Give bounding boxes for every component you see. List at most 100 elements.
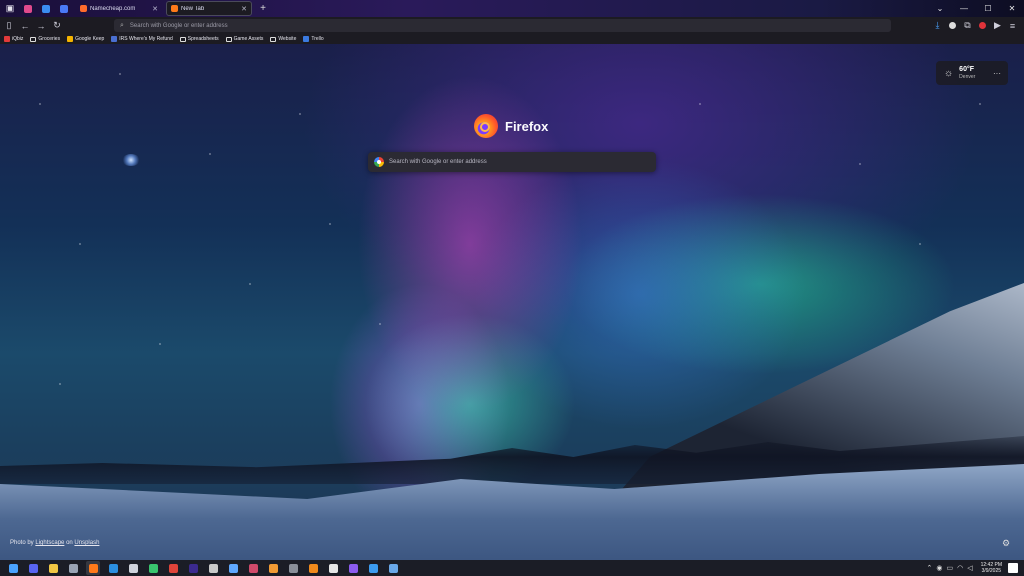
tab-overview-icon[interactable]: ▣ [2, 1, 18, 17]
app-cube[interactable] [386, 561, 400, 575]
bookmark-item[interactable]: Website [270, 36, 296, 42]
credit-prefix: Photo by [10, 540, 34, 546]
pinned-tab-2[interactable] [38, 2, 54, 16]
play-icon[interactable]: ▶ [990, 19, 1005, 33]
pinned-tab-1[interactable] [20, 2, 36, 16]
credit-source-link[interactable]: Unsplash [74, 540, 99, 546]
folder-icon [179, 36, 186, 42]
bookmark-item[interactable]: iQbiz [4, 36, 23, 42]
chevron-up-icon[interactable]: ⌃ [926, 564, 932, 572]
forward-button[interactable]: → [34, 19, 48, 33]
tab-list-button[interactable]: ⌄ [928, 4, 952, 13]
system-tray: ⌃ ◉ ▭ ◠ ◁ 12:42 PM 3/9/2025 [922, 562, 1022, 574]
steam-app[interactable] [66, 561, 80, 575]
blender-app[interactable] [306, 561, 320, 575]
bookmark-label: Spreadsheets [187, 36, 219, 42]
app-white-icon [328, 563, 338, 573]
search-placeholder: Search with Google or enter address [389, 159, 487, 165]
app-blue[interactable] [226, 561, 240, 575]
pinned-tab-3[interactable] [56, 2, 72, 16]
download-icon[interactable]: ⤓ [930, 19, 945, 33]
folder-icon [225, 36, 232, 42]
tray-app-icon[interactable]: ◉ [936, 564, 942, 572]
app-green[interactable] [146, 561, 160, 575]
bookmark-item[interactable]: Groceries [30, 36, 60, 42]
url-bar[interactable]: ⌕ Search with Google or enter address [114, 19, 891, 32]
galaxy [122, 154, 140, 166]
minimize-button[interactable]: — [952, 4, 976, 13]
newtab-search-input[interactable]: Search with Google or enter address [368, 152, 656, 172]
app-purple[interactable] [346, 561, 360, 575]
premiere-app[interactable] [186, 561, 200, 575]
start-button[interactable] [6, 561, 20, 575]
tab-label: Namecheap.com [90, 5, 136, 12]
taskbar-apps [0, 561, 400, 575]
search-icon: ⌕ [120, 21, 124, 29]
namecheap-favicon [80, 5, 87, 12]
app-cube-icon [388, 563, 398, 573]
firefox-app-icon [88, 563, 98, 573]
start-button-icon [8, 563, 18, 573]
weather-temp: 60°F [959, 65, 975, 73]
app-red-icon [168, 563, 178, 573]
favicon-icon [4, 36, 10, 42]
tab-strip: ▣ Namecheap.com ✕ New Tab ✕ + ⌄ — ☐ ✕ [0, 0, 1024, 17]
favicon-icon [42, 4, 50, 13]
clock[interactable]: 12:42 PM 3/9/2025 [981, 562, 1002, 574]
extension-circle-icon[interactable] [945, 19, 960, 33]
reload-button[interactable]: ↻ [50, 19, 64, 33]
app-box[interactable] [206, 561, 220, 575]
bookmark-item[interactable]: Spreadsheets [179, 36, 219, 42]
gear-icon[interactable]: ⚙ [1002, 538, 1010, 549]
app-red[interactable] [166, 561, 180, 575]
maximize-button[interactable]: ☐ [976, 4, 1000, 13]
firefox-app[interactable] [86, 561, 100, 575]
bookmark-item[interactable]: Google Keep [67, 36, 104, 42]
bookmark-item[interactable]: IRS Where's My Refund [111, 36, 173, 42]
sidebar-toggle-button[interactable]: ▯ [2, 19, 16, 33]
premiere-app-icon [188, 563, 198, 573]
network-icon[interactable]: ▭ [946, 564, 953, 572]
bookmark-label: Trello [311, 36, 324, 42]
app-dark[interactable] [286, 561, 300, 575]
menu-button[interactable]: ≡ [1005, 19, 1020, 33]
new-tab-button[interactable]: + [256, 3, 270, 14]
app-mixed-icon [248, 563, 258, 573]
weather-more-button[interactable]: ··· [993, 69, 1001, 78]
weather-city: Denver [959, 73, 976, 80]
security-app[interactable] [366, 561, 380, 575]
credit-on: on [66, 540, 73, 546]
terminal-app-icon [128, 563, 138, 573]
file-explorer-app-icon [48, 563, 58, 573]
terminal-app[interactable] [126, 561, 140, 575]
close-icon[interactable]: ✕ [241, 5, 247, 13]
bookmark-item[interactable]: Game Assets [225, 36, 264, 42]
volume-icon[interactable]: ◁ [967, 564, 972, 572]
tab-namecheap[interactable]: Namecheap.com ✕ [76, 1, 162, 16]
file-explorer-app[interactable] [46, 561, 60, 575]
app-white[interactable] [326, 561, 340, 575]
back-button[interactable]: ← [18, 19, 32, 33]
app-mixed[interactable] [246, 561, 260, 575]
google-icon [374, 157, 384, 167]
app-orange[interactable] [266, 561, 280, 575]
wifi-icon[interactable]: ◠ [957, 564, 963, 572]
vscode-app[interactable] [106, 561, 120, 575]
extensions-puzzle-icon[interactable]: ⧉ [960, 19, 975, 33]
weather-widget[interactable]: ☼ 60°F Denver ··· [936, 61, 1008, 85]
credit-author-link[interactable]: Lightscape [35, 540, 64, 546]
close-icon[interactable]: ✕ [152, 5, 158, 13]
firefox-wordmark: Firefox [505, 118, 549, 134]
favicon-icon [60, 4, 68, 13]
discord-app[interactable] [26, 561, 40, 575]
url-placeholder: Search with Google or enter address [129, 22, 228, 29]
firefox-favicon [171, 5, 178, 12]
security-app-icon [368, 563, 378, 573]
tab-new-tab[interactable]: New Tab ✕ [166, 1, 252, 16]
bookmark-label: iQbiz [12, 36, 24, 42]
close-window-button[interactable]: ✕ [1000, 4, 1024, 13]
notification-icon[interactable] [1008, 563, 1018, 573]
bookmark-label: Game Assets [233, 36, 264, 42]
bookmark-item[interactable]: Trello [303, 36, 324, 42]
extension-red-icon[interactable] [975, 19, 990, 33]
